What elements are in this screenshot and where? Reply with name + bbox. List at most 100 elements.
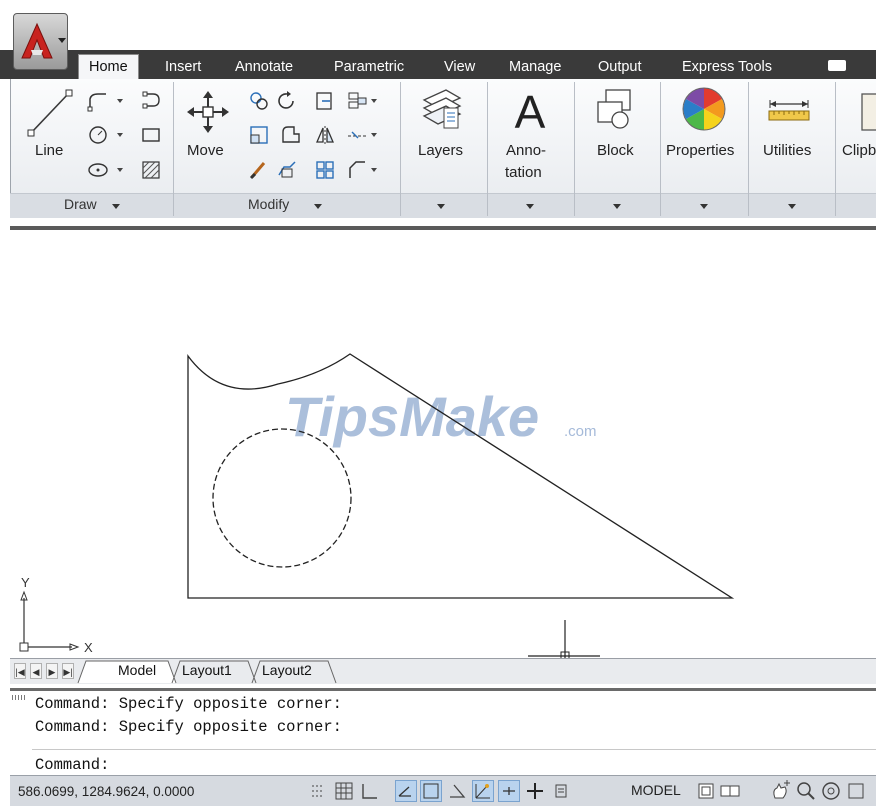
last-layout-button[interactable]: ▶| [62, 663, 74, 679]
tab-express-tools[interactable]: Express Tools [682, 57, 772, 79]
move-icon[interactable] [187, 90, 229, 134]
tab-home[interactable]: Home [78, 54, 139, 79]
tab-output[interactable]: Output [598, 57, 642, 79]
block-icon[interactable] [594, 86, 638, 132]
showmotion-icon[interactable] [845, 780, 867, 802]
command-history-line: Command: Specify opposite corner: [35, 718, 342, 736]
move-button-label[interactable]: Move [187, 142, 224, 159]
object-snap-button[interactable] [420, 780, 442, 802]
chevron-down-icon[interactable] [700, 204, 708, 209]
annotation-button-label-line2[interactable]: tation [505, 164, 542, 181]
watermark-text: TipsMake [285, 385, 539, 448]
application-menu-button[interactable] [13, 13, 68, 70]
scale-icon[interactable] [314, 159, 336, 181]
command-prompt-input[interactable]: Command: [35, 756, 109, 774]
chevron-down-icon[interactable] [613, 204, 621, 209]
first-layout-button[interactable]: |◀ [14, 663, 26, 679]
tab-view[interactable]: View [444, 57, 475, 79]
chamfer-dropdown[interactable] [370, 159, 378, 181]
properties-button-label[interactable]: Properties [666, 142, 734, 159]
chevron-down-icon[interactable] [437, 204, 445, 209]
command-window: Command: Specify opposite corner: Comman… [10, 688, 876, 775]
utilities-icon[interactable] [766, 98, 812, 122]
layers-icon[interactable] [420, 86, 464, 132]
chevron-down-icon[interactable] [788, 204, 796, 209]
fillet-icon[interactable] [280, 124, 302, 146]
infer-constraints-icon[interactable] [307, 780, 329, 802]
tab-manage[interactable]: Manage [509, 57, 561, 79]
polar-tracking-icon [398, 786, 411, 797]
dashed-circle-shape[interactable] [212, 428, 352, 568]
drawing-canvas[interactable]: TipsMake .com Y X [10, 226, 876, 662]
pan-icon[interactable] [769, 780, 791, 802]
offset-icon[interactable] [346, 124, 368, 146]
chamfer-icon[interactable] [346, 159, 368, 181]
utilities-button-label[interactable]: Utilities [763, 142, 811, 159]
quick-view-drawings-icon[interactable] [719, 780, 741, 802]
dynamic-ucs-icon [503, 787, 515, 795]
ortho-mode-button[interactable] [395, 780, 417, 802]
erase-icon[interactable] [248, 159, 270, 181]
circle-icon[interactable] [87, 124, 109, 146]
layout2-tab[interactable]: Layout2 [262, 662, 312, 678]
offset-dropdown[interactable] [370, 124, 378, 146]
array-icon[interactable] [346, 90, 368, 112]
properties-icon[interactable] [681, 86, 727, 132]
zoom-icon[interactable] [795, 780, 817, 802]
steeringwheels-icon[interactable] [820, 780, 842, 802]
object-snap-tracking-button[interactable] [472, 780, 494, 802]
array-dropdown[interactable] [370, 90, 378, 112]
dynamic-ucs-button[interactable] [498, 780, 520, 802]
stretch-icon[interactable] [314, 90, 336, 112]
hatch-icon[interactable] [140, 159, 162, 181]
minimize-ribbon-icon[interactable] [828, 60, 846, 71]
line-button-label[interactable]: Line [35, 142, 63, 159]
ellipse-dropdown[interactable] [116, 159, 124, 181]
panel-divider [400, 82, 401, 216]
panel-divider [487, 82, 488, 216]
dynamic-input-icon[interactable] [524, 780, 546, 802]
object-snap-icon [423, 783, 439, 799]
tab-parametric[interactable]: Parametric [334, 57, 404, 79]
polyline-dropdown[interactable] [116, 90, 124, 112]
mirror-icon[interactable] [314, 124, 336, 146]
clipboard-button-label[interactable]: Clipb [842, 142, 876, 159]
modify-panel-title[interactable]: Modify [248, 196, 289, 212]
ribbon-tab-bar: Home Insert Annotate Parametric View Man… [0, 50, 876, 79]
previous-layout-button[interactable]: ◀ [30, 663, 42, 679]
circle-dropdown[interactable] [116, 124, 124, 146]
3d-osnap-icon[interactable] [446, 780, 468, 802]
rectangle-icon[interactable] [140, 124, 162, 146]
line-icon[interactable] [26, 88, 74, 138]
layers-button-label[interactable]: Layers [418, 142, 463, 159]
polyline-icon[interactable] [87, 90, 109, 112]
tab-insert[interactable]: Insert [165, 57, 201, 79]
rotate-icon[interactable] [276, 90, 298, 112]
next-layout-button[interactable]: ▶ [46, 663, 58, 679]
arc-icon[interactable] [140, 90, 162, 112]
chevron-down-icon[interactable] [314, 204, 322, 209]
ellipse-icon[interactable] [87, 159, 109, 181]
draw-panel-title[interactable]: Draw [64, 196, 97, 212]
explode-icon[interactable] [276, 159, 298, 181]
command-window-grip[interactable] [12, 695, 26, 700]
lineweight-icon[interactable] [550, 780, 572, 802]
grid-display-icon[interactable] [359, 780, 381, 802]
clipboard-icon[interactable] [858, 88, 876, 134]
trim-icon[interactable] [248, 124, 270, 146]
annotation-button-label-line1[interactable]: Anno- [506, 142, 546, 159]
title-area [0, 0, 876, 50]
chevron-down-icon[interactable] [526, 204, 534, 209]
block-button-label[interactable]: Block [597, 142, 634, 159]
panel-divider [173, 82, 174, 216]
model-space-toggle[interactable]: MODEL [631, 782, 681, 798]
model-tab[interactable]: Model [118, 662, 156, 678]
annotation-icon[interactable]: A [508, 86, 552, 134]
command-divider [32, 749, 876, 750]
snap-mode-icon[interactable] [333, 780, 355, 802]
layout1-tab[interactable]: Layout1 [182, 662, 232, 678]
chevron-down-icon[interactable] [112, 204, 120, 209]
quick-view-layouts-icon[interactable] [695, 780, 717, 802]
tab-annotate[interactable]: Annotate [235, 57, 293, 79]
copy-icon[interactable] [248, 90, 270, 112]
